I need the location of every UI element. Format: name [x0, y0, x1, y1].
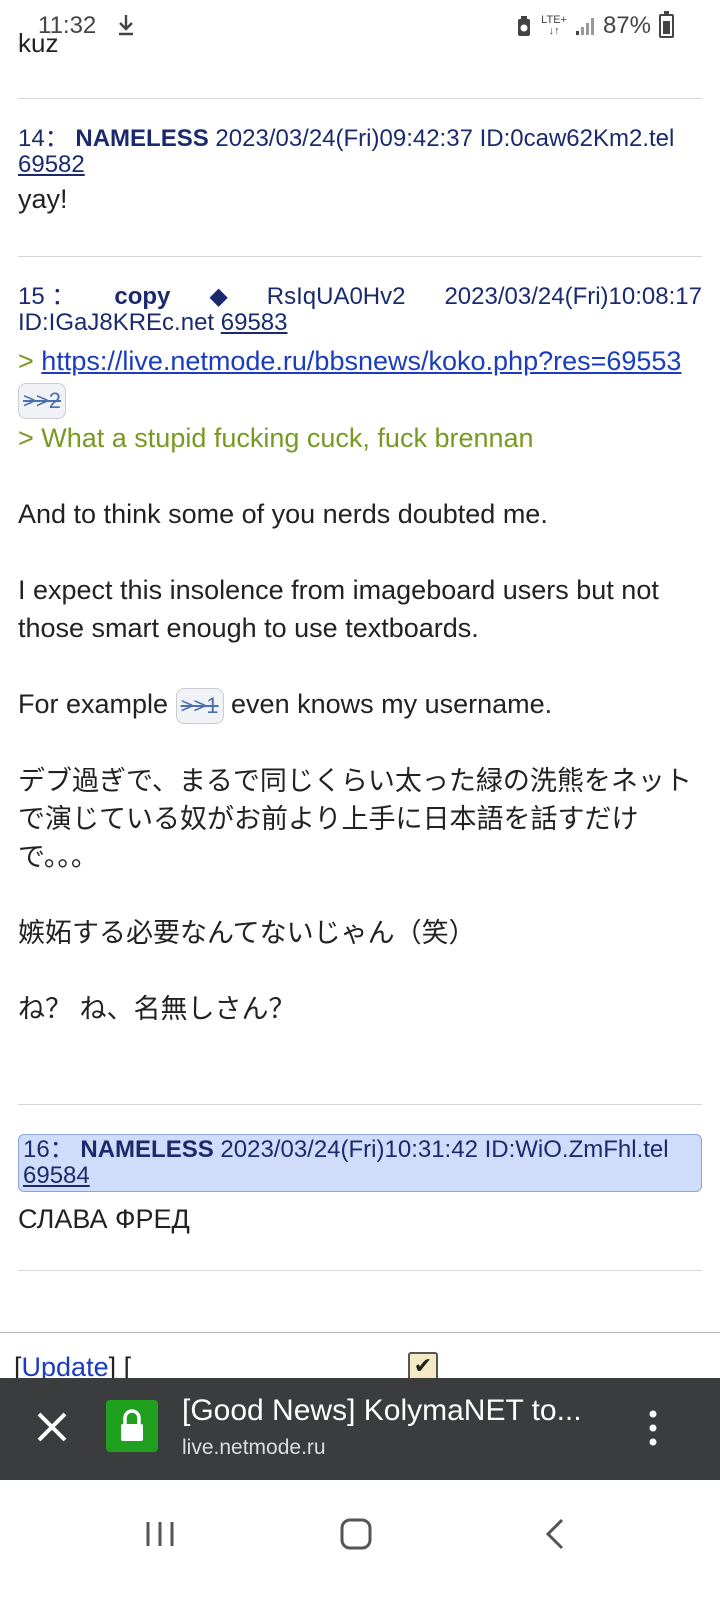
post-header-line2: ID:IGaJ8KREc.net 69583	[18, 310, 702, 336]
post-15: 15 ： copy ◆ RsIqUA0Hv2 2023/03/24(Fri)10…	[18, 284, 702, 1028]
battery-percent: 87%	[602, 12, 651, 39]
post-paragraph: I expect this insolence from imageboard …	[18, 574, 659, 643]
post-paragraph-japanese: 嫉妬する必要なんてないじゃん（笑）	[18, 917, 476, 948]
back-icon[interactable]	[526, 1504, 586, 1564]
post-datetime: 2023/03/24(Fri)09:42:37	[215, 125, 473, 152]
tripcode: RsIqUA0Hv2	[266, 283, 406, 310]
post-datetime: 2023/03/24(Fri)10:08:17	[444, 283, 702, 310]
network-type: LTE+ ↓↑	[541, 14, 567, 37]
post-link[interactable]: 69584	[23, 1162, 90, 1189]
page-title: [Good News] KolymaNET to...	[182, 1394, 582, 1427]
post-paragraph: For example >>1 even knows my username.	[18, 685, 702, 724]
poster-name: NAMELESS	[80, 1136, 214, 1163]
footer-divider	[0, 1332, 720, 1333]
post-paragraph-japanese: デブ過ぎで、まるで同じくらい太った緑の洗熊をネットで演じている奴がお前より上手に…	[18, 765, 692, 872]
status-right: LTE+ ↓↑ 87%	[515, 11, 674, 40]
post-header-highlighted: 16： NAMELESS 2023/03/24(Fri)10:31:42 ID:…	[18, 1134, 702, 1192]
post-datetime: 2023/03/24(Fri)10:31:42	[220, 1136, 478, 1163]
post-separator	[18, 98, 702, 99]
page-url: live.netmode.ru	[182, 1436, 326, 1459]
poster-name: NAMELESS	[75, 125, 209, 152]
post-body: yay!	[18, 184, 68, 214]
signal-icon	[575, 18, 594, 35]
post-16: 16： NAMELESS 2023/03/24(Fri)10:31:42 ID:…	[18, 1134, 702, 1238]
post-body: СЛАВА ФРЕД	[18, 1204, 190, 1234]
post-link[interactable]: 69583	[221, 309, 288, 336]
poster-id: ID:WiO.ZmFhl.tel	[484, 1136, 669, 1163]
quote-prefix: >	[18, 346, 34, 376]
more-options-icon[interactable]	[646, 1408, 660, 1448]
post-number: 14：	[18, 125, 69, 152]
post-separator	[18, 256, 702, 257]
quoted-url-link[interactable]: https://live.netmode.ru/bbsnews/koko.php…	[41, 346, 681, 376]
post-paragraph: And to think some of you nerds doubted m…	[18, 498, 548, 529]
battery-saver-icon	[518, 16, 531, 36]
post-separator	[18, 1104, 702, 1105]
post-header: 14： NAMELESS 2023/03/24(Fri)09:42:37 ID:…	[18, 126, 702, 152]
quote-reference[interactable]: >>1	[175, 687, 224, 724]
poster-id: ID:0caw62Km2.tel	[479, 125, 675, 152]
poster-id: ID:IGaJ8KREc.net	[18, 309, 215, 336]
trip-diamond: ◆	[209, 283, 228, 310]
secure-lock-icon[interactable]	[106, 1400, 158, 1452]
post-14: 14： NAMELESS 2023/03/24(Fri)09:42:37 ID:…	[18, 126, 702, 218]
system-nav-bar	[0, 1480, 720, 1600]
greentext-line: > What a stupid fucking cuck, fuck brenn…	[18, 422, 534, 453]
custom-tab-toolbar: [Good News] KolymaNET to... live.netmode…	[0, 1378, 720, 1480]
post-number: 16：	[23, 1136, 74, 1163]
download-icon	[119, 15, 133, 36]
post-number: 15 ：	[18, 283, 76, 310]
status-time: 11:32	[38, 12, 97, 39]
post-link-row: 69582	[18, 152, 702, 178]
battery-icon	[659, 11, 674, 38]
poster-name: copy	[114, 283, 171, 310]
post-header: 15 ： copy ◆ RsIqUA0Hv2 2023/03/24(Fri)10…	[18, 284, 702, 310]
close-icon[interactable]	[34, 1409, 70, 1445]
home-icon[interactable]	[326, 1504, 386, 1564]
post-body: > https://live.netmode.ru/bbsnews/koko.p…	[18, 342, 702, 1028]
quote-reference[interactable]: >>2	[18, 382, 66, 419]
post-paragraph-japanese: ね？ ね、名無しさん？	[18, 993, 296, 1024]
post-separator	[18, 1270, 702, 1271]
status-bar: 11:32 LTE+ ↓↑ 87%	[0, 0, 720, 52]
post-link[interactable]: 69582	[18, 151, 85, 178]
recent-apps-icon[interactable]	[130, 1504, 190, 1564]
